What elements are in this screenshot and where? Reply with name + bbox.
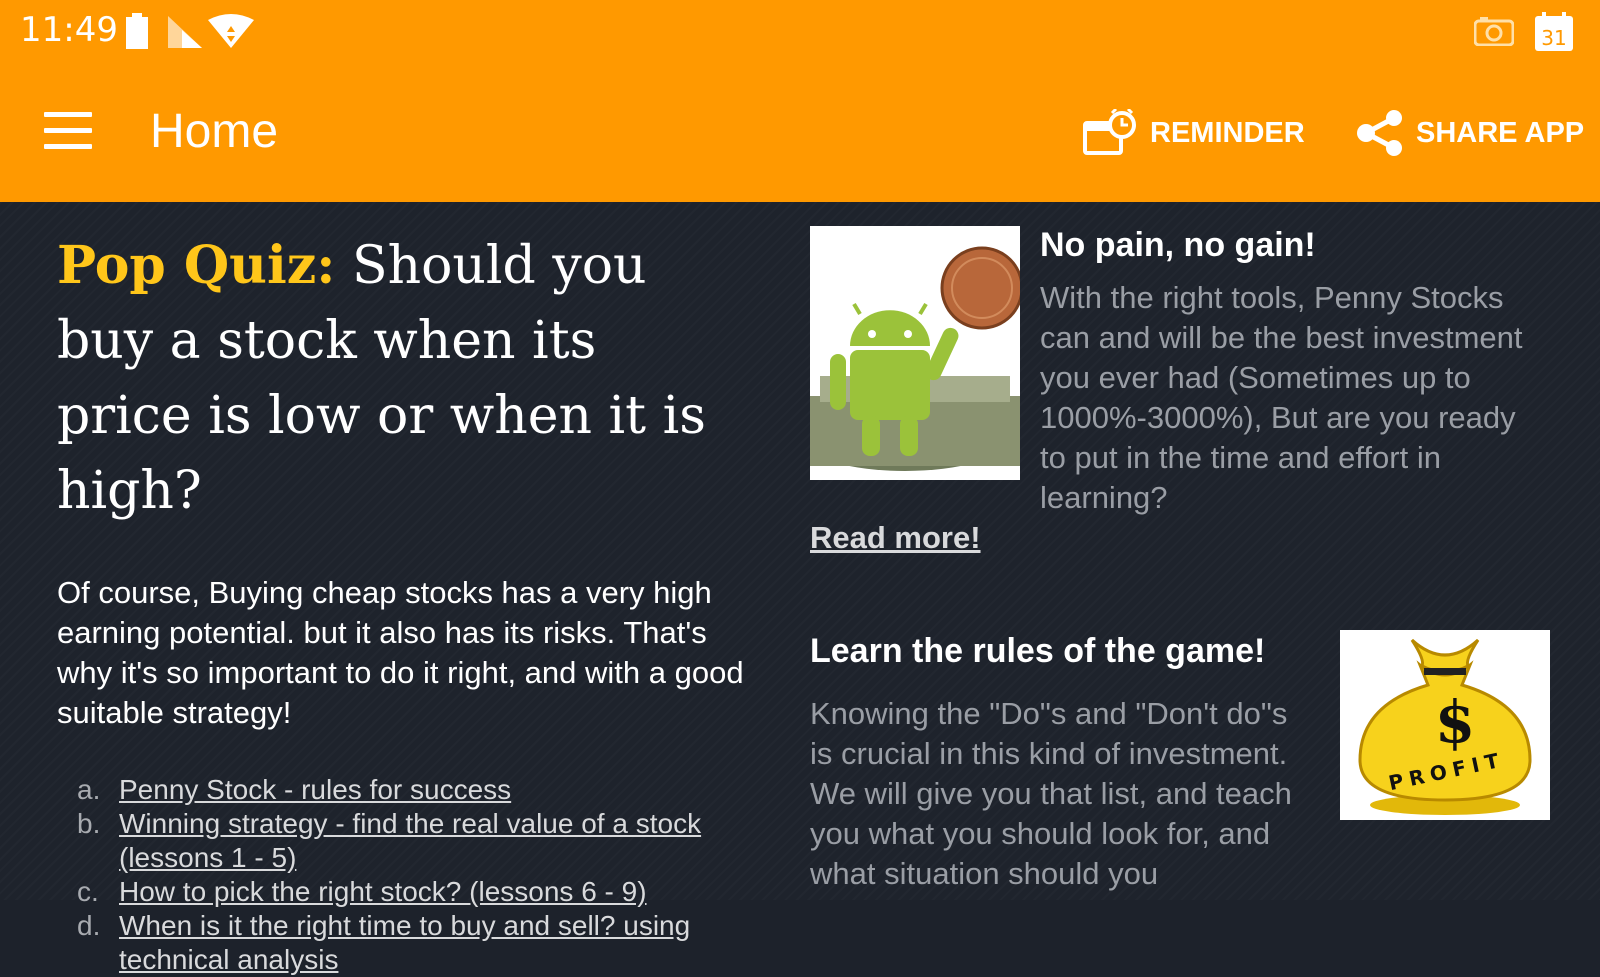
toolbar: Home REMINDER SHARE APP	[0, 64, 1600, 202]
list-item: a. Penny Stock - rules for success	[77, 773, 747, 807]
profit-bag-image: $ PROFIT	[1340, 630, 1550, 820]
calendar-icon: 31	[1534, 12, 1574, 57]
read-more-link[interactable]: Read more!	[810, 518, 981, 558]
wifi-icon	[206, 14, 256, 55]
card-no-pain: No pain, no gain! With the right tools, …	[805, 226, 1550, 558]
share-icon	[1357, 110, 1402, 156]
card-rules: $ PROFIT Learn the rules of the game! Kn…	[810, 630, 1550, 894]
cell-signal-icon	[168, 14, 204, 53]
menu-icon-bar	[44, 112, 92, 117]
alarm-clock-icon	[1083, 109, 1136, 155]
list-item: c. How to pick the right stock? (lessons …	[77, 875, 747, 909]
reminder-label: REMINDER	[1150, 116, 1305, 149]
intro-text: Of course, Buying cheap stocks has a ver…	[57, 575, 744, 730]
calendar-day: 31	[1541, 26, 1566, 50]
reminder-button[interactable]: REMINDER	[1082, 108, 1305, 158]
quiz-section: Pop Quiz: Should you buy a stock when it…	[57, 228, 747, 977]
share-app-label: SHARE APP	[1416, 116, 1585, 149]
app-bar: 11:49 31 Home REMINDER SHARE APP	[0, 0, 1600, 202]
list-marker: c.	[77, 876, 99, 907]
profit-dollar: $	[1435, 688, 1475, 756]
status-bar: 11:49 31	[0, 0, 1600, 64]
page-title: Home	[150, 105, 279, 158]
main-content: Pop Quiz: Should you buy a stock when it…	[0, 202, 1600, 975]
list-marker: a.	[77, 774, 101, 805]
camera-icon	[1473, 16, 1515, 51]
android-money-image	[805, 226, 1024, 480]
share-app-button[interactable]: SHARE APP	[1356, 108, 1584, 158]
menu-icon-bar	[44, 128, 92, 133]
list-item: d. When is it the right time to buy and s…	[77, 909, 747, 977]
list-marker: b.	[77, 808, 101, 839]
list-marker: d.	[77, 910, 101, 941]
battery-icon	[124, 13, 150, 54]
lesson-link[interactable]: Penny Stock - rules for success	[119, 774, 511, 805]
lesson-list: a. Penny Stock - rules for success b. Winn…	[77, 773, 747, 977]
list-item: b. Winning strategy - find the real value…	[77, 807, 747, 875]
lesson-link[interactable]: When is it the right time to buy and sel…	[119, 910, 690, 975]
quiz-highlight: Pop Quiz:	[57, 235, 336, 296]
lesson-link[interactable]: How to pick the right stock? (lessons 6 …	[119, 876, 647, 907]
quiz-heading: Pop Quiz: Should you buy a stock when it…	[57, 228, 747, 529]
status-time: 11:49	[20, 10, 118, 50]
menu-button[interactable]	[44, 112, 94, 152]
menu-icon-bar	[44, 144, 92, 149]
lesson-link[interactable]: Winning strategy - find the real value o…	[119, 808, 701, 873]
